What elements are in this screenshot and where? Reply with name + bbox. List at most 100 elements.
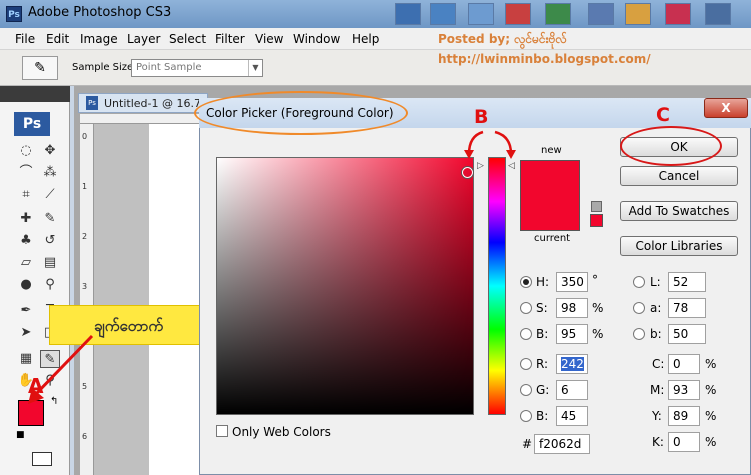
menu-filter[interactable]: Filter bbox=[215, 32, 245, 46]
green-field[interactable]: 6 bbox=[556, 380, 588, 400]
close-button[interactable]: X bbox=[704, 98, 748, 118]
hue-slider[interactable] bbox=[488, 157, 506, 415]
menu-select[interactable]: Select bbox=[169, 32, 206, 46]
red-value: 242 bbox=[561, 357, 584, 371]
menu-image[interactable]: Image bbox=[80, 32, 118, 46]
brightness-field[interactable]: 95 bbox=[556, 324, 588, 344]
hex-field[interactable]: f2062d bbox=[534, 434, 590, 454]
horizontal-ruler bbox=[80, 114, 210, 124]
color-libraries-button[interactable]: Color Libraries bbox=[620, 236, 738, 256]
move-tool-icon[interactable]: ✥ bbox=[40, 142, 60, 160]
desktop-thumbnail bbox=[545, 3, 571, 25]
new-color-swatch bbox=[520, 160, 580, 196]
lab-a-label: a: bbox=[650, 301, 662, 315]
saturation-label: S: bbox=[536, 301, 548, 315]
desktop-thumbnail bbox=[588, 3, 614, 25]
magenta-label: M: bbox=[650, 383, 665, 397]
lab-a-radio[interactable] bbox=[633, 302, 645, 314]
cancel-button[interactable]: Cancel bbox=[620, 166, 738, 186]
canvas-pasteboard bbox=[94, 124, 149, 475]
menu-file[interactable]: File bbox=[15, 32, 35, 46]
cyan-field[interactable]: 0 bbox=[668, 354, 700, 374]
black-field[interactable]: 0 bbox=[668, 432, 700, 452]
blog-url-caption: http://lwinminbo.blogspot.com/ bbox=[438, 52, 651, 66]
yellow-field[interactable]: 89 bbox=[668, 406, 700, 426]
ruler-number: 6 bbox=[82, 432, 88, 441]
quick-mask-icon[interactable] bbox=[32, 452, 52, 466]
add-to-swatches-button[interactable]: Add To Swatches bbox=[620, 201, 738, 221]
dodge-tool-icon[interactable]: ⚲ bbox=[40, 276, 60, 294]
posted-by-caption: Posted by; လွင်မင်းဗိုလ် bbox=[438, 32, 567, 46]
hue-radio[interactable] bbox=[520, 276, 532, 288]
menu-layer[interactable]: Layer bbox=[127, 32, 160, 46]
brightness-radio[interactable] bbox=[520, 328, 532, 340]
percent-unit: % bbox=[592, 301, 604, 315]
crop-tool-icon[interactable]: ⌗ bbox=[16, 186, 36, 204]
desktop-thumbnail bbox=[468, 3, 494, 25]
saturation-field[interactable]: 98 bbox=[556, 298, 588, 318]
menu-edit[interactable]: Edit bbox=[46, 32, 69, 46]
hue-slider-handle-left[interactable]: ▷ bbox=[477, 161, 484, 171]
sample-size-select[interactable]: Point Sample bbox=[131, 59, 263, 77]
red-field[interactable]: 242 bbox=[556, 354, 588, 374]
ruler-number: 2 bbox=[82, 232, 88, 241]
eyedropper-tool-preset[interactable]: ✎ bbox=[22, 56, 58, 80]
history-brush-icon[interactable]: ↺ bbox=[40, 232, 60, 250]
cyan-label: C: bbox=[652, 357, 665, 371]
lab-l-field[interactable]: 52 bbox=[668, 272, 706, 292]
document-icon: Ps bbox=[86, 96, 98, 110]
lab-b-radio[interactable] bbox=[633, 328, 645, 340]
healing-brush-icon[interactable]: ✚ bbox=[16, 210, 36, 228]
eyedropper-icon: ✎ bbox=[34, 60, 46, 76]
gradient-tool-icon[interactable]: ▤ bbox=[40, 254, 60, 272]
new-color-label: new bbox=[541, 145, 562, 156]
ruler-number: 0 bbox=[82, 132, 88, 141]
only-web-colors-checkbox[interactable] bbox=[216, 425, 228, 437]
saturation-brightness-field[interactable] bbox=[216, 157, 474, 415]
ruler-number: 1 bbox=[82, 182, 88, 191]
green-radio[interactable] bbox=[520, 384, 532, 396]
magenta-field[interactable]: 93 bbox=[668, 380, 700, 400]
lab-l-radio[interactable] bbox=[633, 276, 645, 288]
sample-size-label: Sample Size: bbox=[72, 62, 137, 73]
brush-tool-icon[interactable]: ✎ bbox=[40, 210, 60, 228]
blue-radio[interactable] bbox=[520, 410, 532, 422]
lab-b-field[interactable]: 50 bbox=[668, 324, 706, 344]
blue-label: B: bbox=[536, 409, 549, 423]
magic-wand-icon[interactable]: ⁂ bbox=[40, 164, 60, 182]
color-cursor[interactable] bbox=[462, 167, 473, 178]
blur-tool-icon[interactable]: ● bbox=[16, 276, 36, 294]
chevron-down-icon: ▼ bbox=[248, 60, 262, 76]
red-label: R: bbox=[536, 357, 549, 371]
percent-unit: % bbox=[705, 409, 717, 423]
percent-unit: % bbox=[705, 435, 717, 449]
desktop-thumbnail bbox=[625, 3, 651, 25]
blue-field[interactable]: 45 bbox=[556, 406, 588, 426]
red-radio[interactable] bbox=[520, 358, 532, 370]
pen-tool-icon[interactable]: ✒ bbox=[16, 302, 36, 320]
web-safe-cube-icon[interactable] bbox=[591, 201, 602, 212]
hex-label: # bbox=[522, 437, 533, 451]
marquee-tool-icon[interactable]: ◌ bbox=[16, 142, 36, 160]
tools-panel-header[interactable] bbox=[0, 86, 70, 102]
menu-view[interactable]: View bbox=[255, 32, 283, 46]
menu-help[interactable]: Help bbox=[352, 32, 379, 46]
saturation-radio[interactable] bbox=[520, 302, 532, 314]
current-color-swatch[interactable] bbox=[520, 196, 580, 231]
clone-stamp-icon[interactable]: ♣ bbox=[16, 232, 36, 250]
menu-window[interactable]: Window bbox=[293, 32, 340, 46]
green-label: G: bbox=[536, 383, 550, 397]
eraser-tool-icon[interactable]: ▱ bbox=[16, 254, 36, 272]
lasso-tool-icon[interactable]: ⌒ bbox=[16, 164, 36, 182]
hue-field[interactable]: 350 bbox=[556, 272, 588, 292]
default-colors-icon[interactable]: ■ bbox=[16, 430, 25, 440]
degree-unit: ° bbox=[592, 273, 598, 287]
document-title: Untitled-1 @ 16.7 bbox=[104, 97, 201, 110]
web-safe-color-swatch[interactable] bbox=[590, 214, 603, 227]
hue-slider-handle-right[interactable]: ◁ bbox=[508, 161, 515, 171]
annotation-arrows-b bbox=[464, 130, 516, 159]
percent-unit: % bbox=[705, 383, 717, 397]
lab-a-field[interactable]: 78 bbox=[668, 298, 706, 318]
slice-tool-icon[interactable]: ⟋ bbox=[40, 186, 60, 204]
app-title: Adobe Photoshop CS3 bbox=[28, 5, 172, 20]
